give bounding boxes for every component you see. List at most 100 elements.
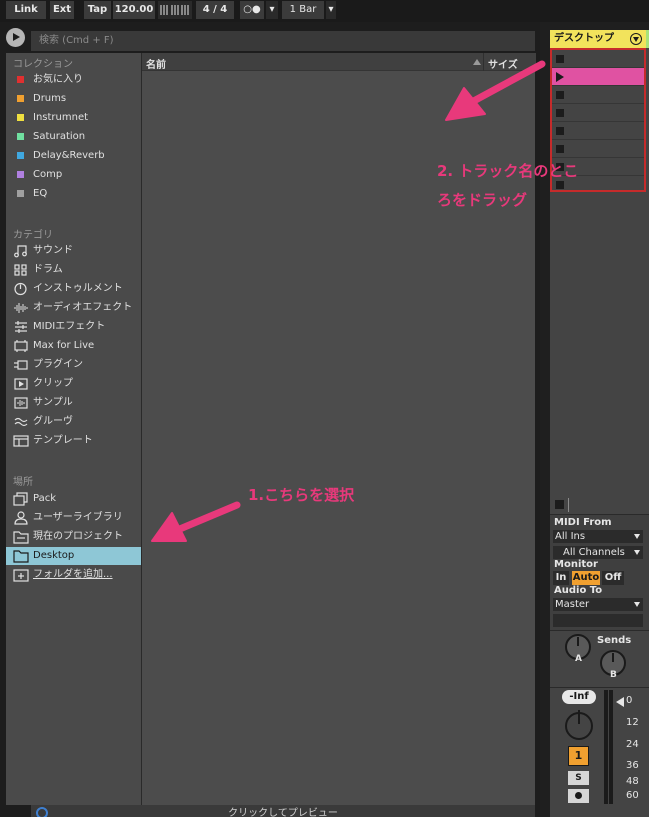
column-name-header[interactable]: 名前 xyxy=(146,56,166,71)
column-size-header[interactable]: サイズ xyxy=(488,56,518,71)
clip-slot[interactable] xyxy=(552,50,644,68)
clip-stop-icon xyxy=(556,55,564,63)
clip-stop-icon xyxy=(556,127,564,135)
track-menu-icon[interactable] xyxy=(630,33,642,45)
clip-slot[interactable] xyxy=(552,104,644,122)
collection-label: Comp xyxy=(33,169,63,180)
place-item-desktop[interactable]: Desktop xyxy=(6,547,141,565)
category-item-templates[interactable]: テンプレート xyxy=(6,432,141,450)
column-divider[interactable] xyxy=(483,53,484,71)
collection-item-drums[interactable]: Drums xyxy=(6,90,141,108)
monitor-in-button[interactable]: In xyxy=(553,571,569,585)
category-label: オーディオエフェクト xyxy=(33,302,133,313)
category-item-audio-effects[interactable]: オーディオエフェクト xyxy=(6,299,141,317)
sort-arrow-icon[interactable] xyxy=(473,59,481,65)
category-item-grooves[interactable]: グルーヴ xyxy=(6,413,141,431)
monitor-auto-button[interactable]: Auto xyxy=(572,571,600,585)
level-meter-left xyxy=(604,690,608,804)
db-scale-0: 0 xyxy=(626,695,633,706)
preview-bar[interactable]: クリックしてプレビュー xyxy=(31,805,535,817)
category-item-max-for-live[interactable]: Max for Live xyxy=(6,337,141,355)
clip-slot[interactable] xyxy=(552,86,644,104)
place-item-user-library[interactable]: ユーザーライブラリ xyxy=(6,509,141,527)
category-item-sounds[interactable]: サウンド xyxy=(6,242,141,260)
midi-channel-value: All Channels xyxy=(563,547,625,558)
add-folder-icon xyxy=(13,569,29,582)
pan-knob[interactable] xyxy=(565,710,593,740)
db-scale-36: 36 xyxy=(626,760,639,771)
plugin-icon xyxy=(14,360,28,370)
category-item-midi-effects[interactable]: MIDIエフェクト xyxy=(6,318,141,336)
color-tag-icon xyxy=(17,190,24,197)
pack-icon xyxy=(13,492,28,506)
file-list-header: 名前 サイズ xyxy=(142,53,536,71)
browser-sidebar: コレクション お気に入り Drums Instrumnet Saturation… xyxy=(6,53,141,805)
db-scale-24: 24 xyxy=(626,739,639,750)
place-item-current-project[interactable]: 現在のプロジェクト xyxy=(6,528,141,546)
divider xyxy=(568,498,569,512)
collection-item-saturation[interactable]: Saturation xyxy=(6,128,141,146)
place-item-pack[interactable]: Pack xyxy=(6,490,141,508)
send-b-label: B xyxy=(610,670,617,680)
clip-slot-active[interactable] xyxy=(552,68,644,86)
search-input[interactable]: 検索 (Cmd + F) xyxy=(31,31,535,51)
collection-item-favorites[interactable]: お気に入り xyxy=(6,71,141,89)
quantize-menu-icon[interactable]: ▾ xyxy=(326,1,336,19)
arm-record-button[interactable] xyxy=(568,789,589,803)
user-icon xyxy=(14,511,28,525)
category-label: インストゥルメント xyxy=(33,283,123,294)
category-item-samples[interactable]: サンプル xyxy=(6,394,141,412)
ext-button[interactable]: Ext xyxy=(50,1,74,19)
link-button[interactable]: Link xyxy=(6,1,46,19)
stop-clips-button[interactable] xyxy=(555,500,564,509)
midi-from-select[interactable]: All Ins xyxy=(553,530,643,543)
collection-label: Drums xyxy=(33,93,67,104)
preview-play-icon[interactable] xyxy=(6,28,25,47)
collection-item-comp[interactable]: Comp xyxy=(6,166,141,184)
color-tag-icon xyxy=(17,171,24,178)
places-header: 場所 xyxy=(13,477,33,488)
audio-to-channel-select[interactable] xyxy=(553,614,643,627)
clip-slot[interactable] xyxy=(552,140,644,158)
category-label: Max for Live xyxy=(33,340,95,351)
midi-channel-select[interactable]: All Channels xyxy=(553,546,643,559)
solo-button[interactable]: S xyxy=(568,771,589,785)
monitor-off-button[interactable]: Off xyxy=(602,571,624,585)
category-item-plugins[interactable]: プラグイン xyxy=(6,356,141,374)
metronome-icon[interactable]: ○● xyxy=(240,1,264,19)
collection-item-delay-reverb[interactable]: Delay&Reverb xyxy=(6,147,141,165)
clip-play-icon[interactable] xyxy=(556,72,564,82)
quantize-select[interactable]: 1 Bar xyxy=(282,1,324,19)
annotation-step2-line1: 2. トラック名のとこ xyxy=(437,162,579,180)
add-folder-link[interactable]: フォルダを追加... xyxy=(6,566,141,584)
collection-item-eq[interactable]: EQ xyxy=(6,185,141,203)
audio-to-select[interactable]: Master xyxy=(553,598,643,611)
volume-fader-handle[interactable] xyxy=(616,697,624,707)
metronome-menu-icon[interactable]: ▾ xyxy=(266,1,278,19)
folder-icon xyxy=(13,550,29,563)
category-label: グルーヴ xyxy=(33,416,73,427)
instrument-clock-icon xyxy=(14,282,27,296)
tempo-field[interactable]: 120.00 xyxy=(113,1,155,19)
db-scale-60: 60 xyxy=(626,790,639,801)
nudge-icon[interactable] xyxy=(158,1,192,19)
preview-toggle-icon[interactable] xyxy=(36,807,48,817)
collection-item-instrument[interactable]: Instrumnet xyxy=(6,109,141,127)
place-label: フォルダを追加... xyxy=(33,569,113,580)
category-item-drums[interactable]: ドラム xyxy=(6,261,141,279)
db-scale-12: 12 xyxy=(626,717,639,728)
project-folder-icon xyxy=(13,531,29,544)
category-label: MIDIエフェクト xyxy=(33,321,106,332)
place-label: ユーザーライブラリ xyxy=(33,512,123,523)
category-item-instruments[interactable]: インストゥルメント xyxy=(6,280,141,298)
max-for-live-icon xyxy=(14,340,28,352)
track-activator-button[interactable]: 1 xyxy=(568,746,589,766)
color-tag-icon xyxy=(17,133,24,140)
category-item-clips[interactable]: クリップ xyxy=(6,375,141,393)
time-signature-field[interactable]: 4 / 4 xyxy=(196,1,234,19)
tap-button[interactable]: Tap xyxy=(84,1,111,19)
volume-readout[interactable]: -Inf xyxy=(562,690,596,704)
clip-slot[interactable] xyxy=(552,122,644,140)
audio-to-label: Audio To xyxy=(554,585,603,596)
transport-bar: Link Ext Tap 120.00 4 / 4 ○● ▾ 1 Bar ▾ xyxy=(0,0,649,22)
